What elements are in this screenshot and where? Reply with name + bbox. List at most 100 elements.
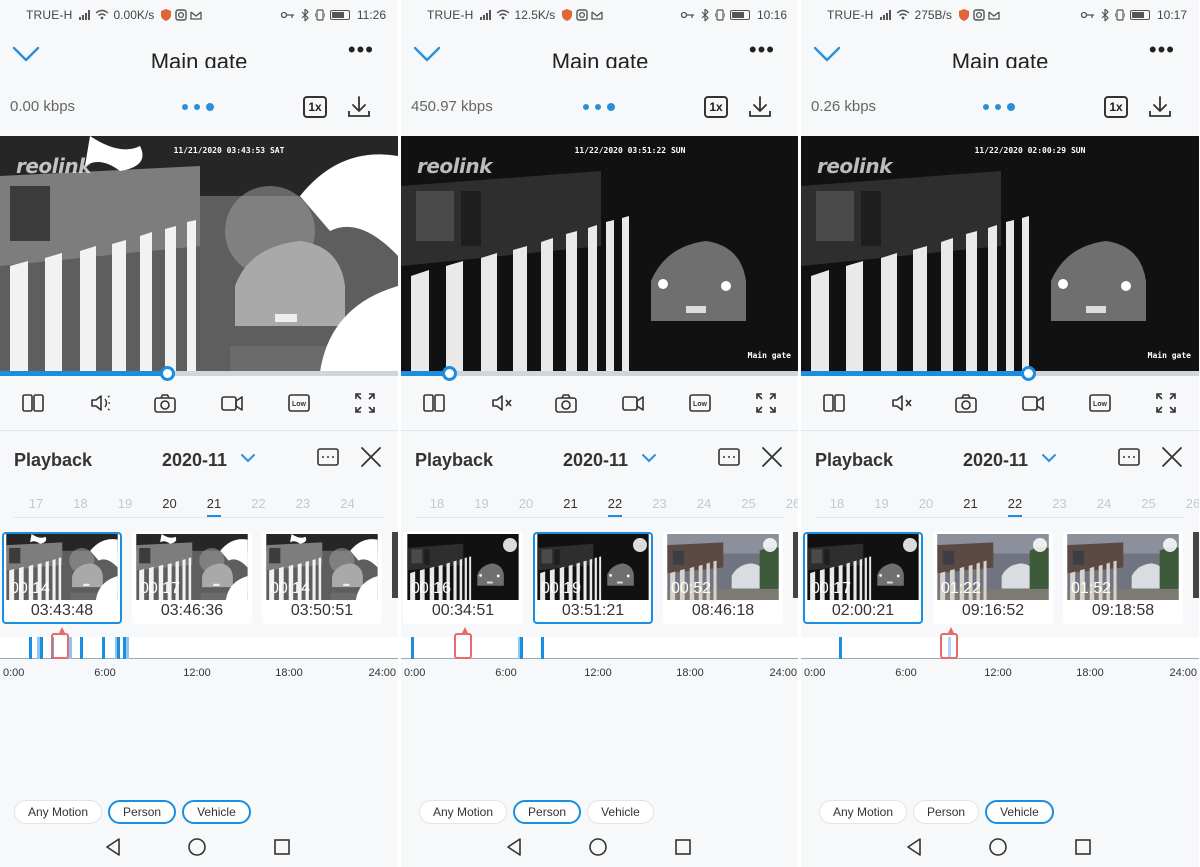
day-22[interactable]: 22 [244,496,274,511]
video-player[interactable]: reolink 11/22/2020 03:51:22 SUN Main gate [401,136,799,372]
seek-bar[interactable] [0,366,398,381]
day-23[interactable]: 23 [1045,496,1075,511]
filter-any-motion[interactable]: Any Motion [419,800,508,824]
page-indicator[interactable] [182,103,214,111]
timeline-event[interactable] [102,637,106,659]
seek-bar[interactable] [401,366,799,381]
timeline-event[interactable] [68,637,72,659]
day-25[interactable]: 25 [734,496,764,511]
timeline-event[interactable] [80,637,83,659]
day-19[interactable]: 19 [110,496,140,511]
month-selector[interactable]: 2020-11 [563,450,628,471]
timeline-event[interactable] [126,637,130,659]
chevron-down-icon[interactable] [1041,450,1057,466]
day-24[interactable]: 24 [333,496,363,511]
download-icon[interactable] [1147,94,1173,120]
more-options-icon[interactable]: ••• [348,39,374,61]
event-timeline[interactable] [0,627,398,659]
timeline-event[interactable] [116,637,120,659]
day-25[interactable]: 25 [1134,496,1164,511]
day-18[interactable]: 18 [66,496,96,511]
event-timeline[interactable] [401,627,799,659]
home-circle-icon[interactable] [587,836,609,858]
more-options-icon[interactable]: ••• [749,39,775,61]
timeline-event[interactable] [40,637,43,659]
recents-square-icon[interactable] [1072,836,1094,858]
month-selector[interactable]: 2020-11 [963,450,1028,471]
day-19[interactable]: 19 [467,496,497,511]
filter-vehicle[interactable]: Vehicle [985,800,1054,824]
day-26[interactable]: 26 [1178,496,1199,511]
day-21[interactable]: 21 [956,496,986,511]
clip-thumbnail[interactable]: 00:16 00:34:51 [403,532,523,624]
quality-low-icon[interactable]: Low [1085,388,1115,418]
playback-speed-button[interactable]: 1x [1104,96,1128,118]
filter-person[interactable]: Person [513,800,582,824]
seek-handle[interactable] [160,366,176,381]
split-view-icon[interactable] [819,388,849,418]
filter-any-motion[interactable]: Any Motion [14,800,103,824]
day-17[interactable]: 17 [21,496,51,511]
clip-thumbnail-partial[interactable] [1193,532,1199,598]
camera-snapshot-icon[interactable] [551,388,581,418]
day-26[interactable]: 26 [778,496,799,511]
timeline-event[interactable] [541,637,544,659]
day-20[interactable]: 20 [155,496,185,511]
filter-person[interactable]: Person [913,800,980,824]
timeline-event[interactable] [410,637,414,659]
clip-thumbnail[interactable]: 00:14 03:43:48 [2,532,122,624]
timeline-cursor[interactable] [50,627,69,659]
day-18[interactable]: 18 [822,496,852,511]
timeline-event[interactable] [839,637,843,659]
back-triangle-icon[interactable] [903,836,925,858]
video-record-icon[interactable] [618,388,648,418]
playback-speed-button[interactable]: 1x [303,96,327,118]
day-23[interactable]: 23 [645,496,675,511]
page-indicator[interactable] [583,103,615,111]
seek-handle[interactable] [1020,366,1036,381]
more-options-icon[interactable]: ••• [1149,39,1175,61]
clip-thumbnail[interactable]: 01:52 09:18:58 [1063,532,1183,624]
speaker-icon[interactable] [487,388,517,418]
seek-handle[interactable] [441,366,457,381]
clip-thumbnail[interactable]: 00:19 03:51:21 [533,532,653,624]
back-triangle-icon[interactable] [503,836,525,858]
filter-person[interactable]: Person [108,800,177,824]
event-timeline[interactable] [801,627,1199,659]
chevron-down-icon[interactable] [641,450,657,466]
camera-snapshot-icon[interactable] [150,388,180,418]
split-view-icon[interactable] [419,388,449,418]
seek-bar[interactable] [801,366,1199,381]
timeline-event[interactable] [520,637,524,659]
home-circle-icon[interactable] [987,836,1009,858]
video-player[interactable]: reolink 11/22/2020 02:00:29 SUN Main gate [801,136,1199,372]
day-18[interactable]: 18 [422,496,452,511]
day-19[interactable]: 19 [867,496,897,511]
fullscreen-icon[interactable] [751,388,781,418]
day-22[interactable]: 22 [1000,496,1030,517]
timeline-event[interactable] [28,637,32,659]
video-record-icon[interactable] [1018,388,1048,418]
recents-square-icon[interactable] [672,836,694,858]
recents-square-icon[interactable] [271,836,293,858]
clip-thumbnail[interactable]: 00:52 08:46:18 [663,532,783,624]
day-24[interactable]: 24 [1089,496,1119,511]
day-24[interactable]: 24 [689,496,719,511]
month-selector[interactable]: 2020-11 [162,450,227,471]
video-player[interactable]: reolink 11/21/2020 03:43:53 SAT Main gate [0,136,398,372]
day-21[interactable]: 21 [199,496,229,517]
filter-vehicle[interactable]: Vehicle [587,800,654,824]
speaker-icon[interactable] [86,388,116,418]
clip-thumbnail[interactable]: 01:22 09:16:52 [933,532,1053,624]
quality-low-icon[interactable]: Low [284,388,314,418]
home-circle-icon[interactable] [186,836,208,858]
playback-speed-button[interactable]: 1x [704,96,728,118]
close-icon[interactable] [761,446,783,468]
back-triangle-icon[interactable] [102,836,124,858]
download-icon[interactable] [346,94,372,120]
camera-snapshot-icon[interactable] [951,388,981,418]
quality-low-icon[interactable]: Low [685,388,715,418]
close-icon[interactable] [360,446,382,468]
timeline-cursor[interactable] [453,627,472,659]
speaker-icon[interactable] [887,388,917,418]
